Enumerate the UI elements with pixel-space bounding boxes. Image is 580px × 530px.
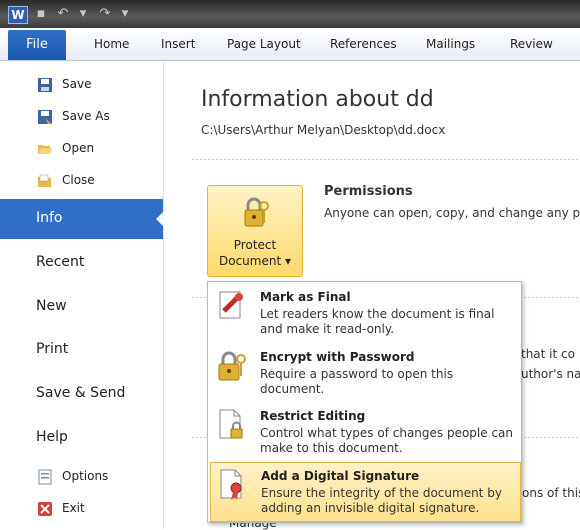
title-bar: W ▪ ↶ ▾ ↷ ▾: [0, 0, 580, 28]
nav-help[interactable]: Help: [0, 418, 163, 458]
permissions-title: Permissions: [324, 184, 413, 199]
encrypt-lock-icon: [218, 351, 246, 381]
tab-page-layout[interactable]: Page Layout: [227, 28, 301, 60]
options-icon: [38, 469, 52, 485]
protect-label-2: Document ▾: [218, 254, 291, 268]
ribbon-tabs: File Home Insert Page Layout References …: [0, 28, 580, 61]
menu-item-desc: Ensure the integrity of the document by …: [261, 486, 502, 515]
menu-item-digital-signature[interactable]: Add a Digital Signature Ensure the integ…: [210, 462, 521, 522]
menu-item-title: Restrict Editing: [260, 409, 366, 423]
tab-home[interactable]: Home: [94, 28, 129, 60]
tab-references[interactable]: References: [330, 28, 397, 60]
nav-close[interactable]: Close: [0, 167, 163, 197]
selected-pointer: [156, 211, 164, 227]
menu-item-encrypt-password[interactable]: Encrypt with Password Require a password…: [210, 344, 519, 402]
protect-document-menu: Mark as Final Let readers know the docum…: [207, 281, 522, 523]
nav-open[interactable]: Open: [0, 135, 163, 165]
nav-save-as-label: Save As: [62, 109, 110, 123]
exit-icon: [38, 502, 52, 516]
tab-mailings[interactable]: Mailings: [426, 28, 475, 60]
nav-save-send[interactable]: Save & Send: [0, 374, 163, 414]
menu-item-restrict-editing[interactable]: Restrict Editing Control what types of c…: [210, 403, 519, 461]
nav-save-send-label: Save & Send: [36, 385, 126, 401]
menu-item-desc: Control what types of changes people can…: [260, 426, 514, 455]
nav-save-label: Save: [62, 77, 92, 91]
lock-key-icon: [244, 197, 269, 227]
nav-save[interactable]: Save: [0, 71, 163, 101]
bg-text-fragment: that it co: [521, 347, 575, 361]
backstage-nav: Save Save As Open Close Info Recent New …: [0, 61, 164, 529]
bg-text-fragment: ons of this: [522, 486, 580, 500]
menu-item-title: Encrypt with Password: [260, 350, 415, 364]
save-icon[interactable]: ▪: [33, 6, 49, 22]
nav-close-label: Close: [62, 173, 95, 187]
nav-new[interactable]: New: [0, 287, 163, 327]
nav-recent[interactable]: Recent: [0, 243, 163, 283]
save-as-icon: [38, 110, 52, 124]
tab-file[interactable]: File: [8, 30, 66, 60]
nav-new-label: New: [36, 298, 67, 314]
menu-item-desc: Let readers know the document is final a…: [260, 307, 495, 336]
word-app-icon[interactable]: W: [8, 6, 28, 24]
protect-document-button[interactable]: Protect Document ▾: [207, 185, 303, 277]
nav-options-label: Options: [62, 469, 109, 483]
menu-item-title: Mark as Final: [260, 290, 351, 304]
nav-print-label: Print: [36, 341, 69, 357]
dropdown-icon[interactable]: ▾: [75, 6, 91, 22]
tab-review[interactable]: Review: [510, 28, 553, 60]
divider: [192, 159, 580, 160]
page-title: Information about dd: [201, 87, 434, 112]
mark-final-icon: [219, 291, 243, 319]
tab-insert[interactable]: Insert: [161, 28, 195, 60]
nav-help-label: Help: [36, 429, 68, 445]
nav-exit-label: Exit: [62, 501, 85, 515]
permissions-desc: Anyone can open, copy, and change any p: [324, 206, 580, 220]
nav-info-label: Info: [36, 210, 63, 226]
nav-exit[interactable]: Exit: [0, 495, 163, 525]
digital-signature-icon: [220, 469, 242, 500]
undo-icon[interactable]: ↶: [55, 6, 71, 22]
nav-options[interactable]: Options: [0, 463, 163, 493]
menu-item-mark-as-final[interactable]: Mark as Final Let readers know the docum…: [210, 284, 519, 342]
nav-recent-label: Recent: [36, 254, 85, 270]
nav-print[interactable]: Print: [0, 330, 163, 370]
save-icon: [38, 78, 52, 92]
document-path: C:\Users\Arthur Melyan\Desktop\dd.docx: [201, 123, 446, 137]
open-folder-icon: [38, 145, 52, 154]
nav-info[interactable]: Info: [0, 199, 164, 239]
qat-customize-icon[interactable]: ▾: [117, 6, 133, 22]
menu-item-title: Add a Digital Signature: [261, 469, 420, 483]
redo-icon[interactable]: ↷: [97, 6, 113, 22]
protect-label-1: Protect: [233, 238, 277, 252]
restrict-editing-icon: [219, 409, 243, 439]
nav-save-as[interactable]: Save As: [0, 103, 163, 133]
bg-text-fragment: uthor's na: [521, 367, 580, 381]
menu-item-desc: Require a password to open this document…: [260, 367, 454, 396]
close-folder-icon: [38, 174, 51, 187]
nav-open-label: Open: [62, 141, 95, 155]
